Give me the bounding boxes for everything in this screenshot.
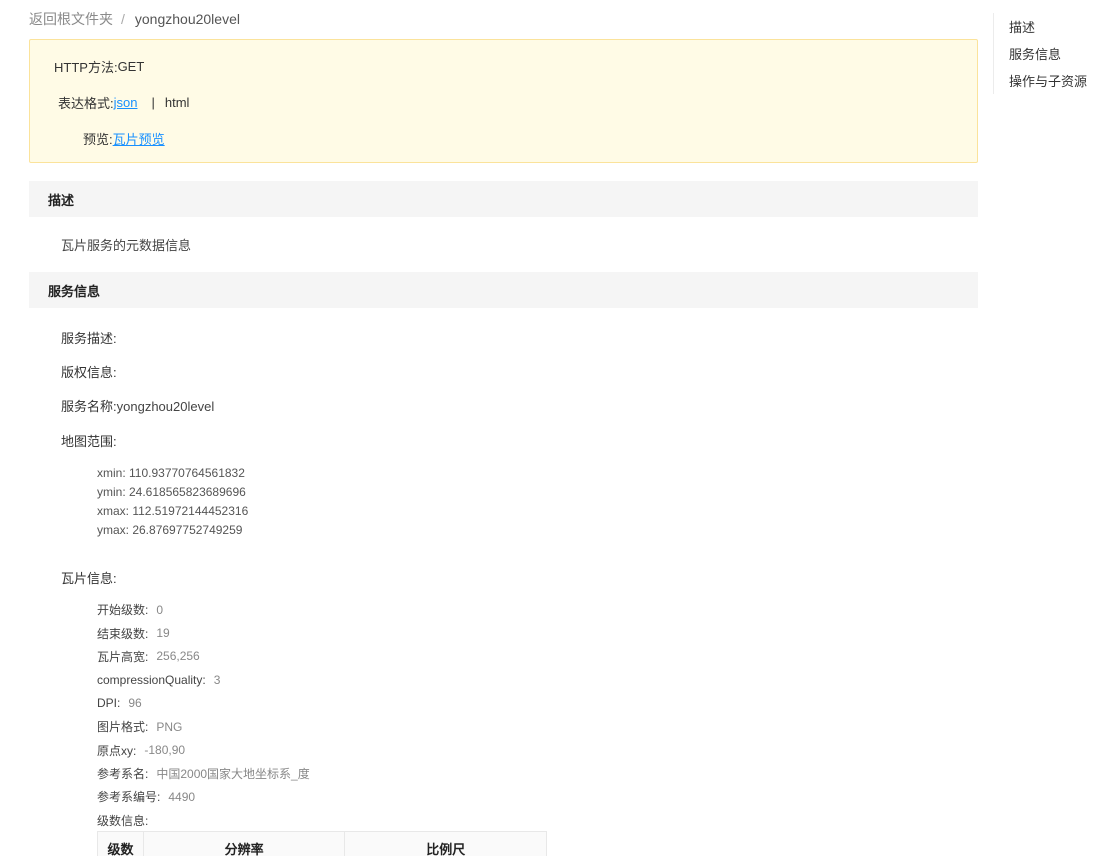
tile-info-item: 原点xy: -180,90	[97, 738, 310, 761]
tile-info-key: 开始级数:	[97, 603, 149, 618]
tile-info-value: 4490	[168, 789, 196, 804]
tile-info-item: compressionQuality: 3	[97, 668, 310, 691]
copyright-field: 版权信息:	[61, 362, 117, 381]
extent-xmin: xmin: 110.93770764561832	[97, 466, 245, 480]
tile-info-key: 级数信息:	[97, 813, 149, 828]
extent-ymin: ymin: 24.618565823689696	[97, 485, 246, 499]
tile-info-value: PNG	[156, 719, 183, 734]
tile-info-item: 级数信息:	[97, 809, 310, 832]
tile-info-key: compressionQuality:	[97, 672, 206, 687]
level-column-header: 级数	[97, 831, 144, 856]
scale-column-header: 比例尺	[344, 831, 547, 856]
tile-info-list: 开始级数: 0 结束级数: 19 瓦片高宽: 256,256 compressionQ…	[97, 598, 310, 832]
tile-info-key: DPI:	[97, 696, 121, 711]
map-extent-label: 地图范围:	[61, 434, 117, 449]
service-desc-field: 服务描述:	[61, 328, 117, 347]
tile-info-item: 参考系编号: 4490	[97, 785, 310, 808]
resolution-column-header: 分辨率	[142, 831, 346, 856]
tile-info-value: 3	[213, 672, 221, 687]
copyright-label: 版权信息:	[61, 365, 117, 380]
tile-info-value: 96	[128, 696, 142, 711]
tile-info-key: 结束级数:	[97, 626, 149, 641]
tile-info-value: -180,90	[144, 743, 186, 758]
tile-info-item: 瓦片高宽: 256,256	[97, 645, 310, 668]
map-extent-field: 地图范围:	[61, 431, 117, 450]
tile-info-value: 中国2000国家大地坐标系_度	[156, 766, 310, 781]
map-extent-values: xmin: 110.93770764561832 ymin: 24.618565…	[97, 464, 248, 540]
nav-item-service-info[interactable]: 服务信息	[1009, 40, 1102, 67]
tile-info-item: DPI: 96	[97, 692, 310, 715]
tile-info-key: 图片格式:	[97, 720, 149, 735]
service-info-body: 服务描述: 版权信息: 服务名称:yongzhou20level 地图范围: x…	[29, 0, 978, 856]
tile-info-key: 瓦片高宽:	[97, 649, 149, 664]
tile-info-label: 瓦片信息:	[61, 571, 117, 586]
tile-info-value: 256,256	[156, 649, 200, 664]
side-navigation: 描述 服务信息 操作与子资源	[993, 13, 1102, 94]
nav-item-operations[interactable]: 操作与子资源	[1009, 67, 1102, 94]
service-desc-label: 服务描述:	[61, 331, 117, 346]
tile-info-item: 开始级数: 0	[97, 598, 310, 621]
tile-info-key: 参考系编号:	[97, 790, 161, 805]
extent-xmax: xmax: 112.51972144452316	[97, 504, 249, 518]
tile-info-key: 原点xy:	[97, 743, 137, 758]
service-name-field: 服务名称:yongzhou20level	[61, 396, 214, 415]
extent-ymax: ymax: 26.87697752749259	[97, 523, 243, 537]
level-info-table: 级数 分辨率 比例尺	[97, 831, 547, 856]
nav-item-description[interactable]: 描述	[1009, 13, 1102, 40]
level-table-header-row: 级数 分辨率 比例尺	[97, 831, 547, 856]
tile-info-key: 参考系名:	[97, 766, 149, 781]
tile-info-field: 瓦片信息:	[61, 568, 117, 587]
service-name-label: 服务名称:	[61, 399, 117, 414]
tile-info-value: 0	[156, 602, 164, 617]
tile-info-item: 图片格式: PNG	[97, 715, 310, 738]
tile-info-item: 结束级数: 19	[97, 621, 310, 644]
tile-info-value: 19	[156, 626, 170, 641]
service-name-value: yongzhou20level	[116, 399, 215, 414]
tile-info-item: 参考系名: 中国2000国家大地坐标系_度	[97, 762, 310, 785]
